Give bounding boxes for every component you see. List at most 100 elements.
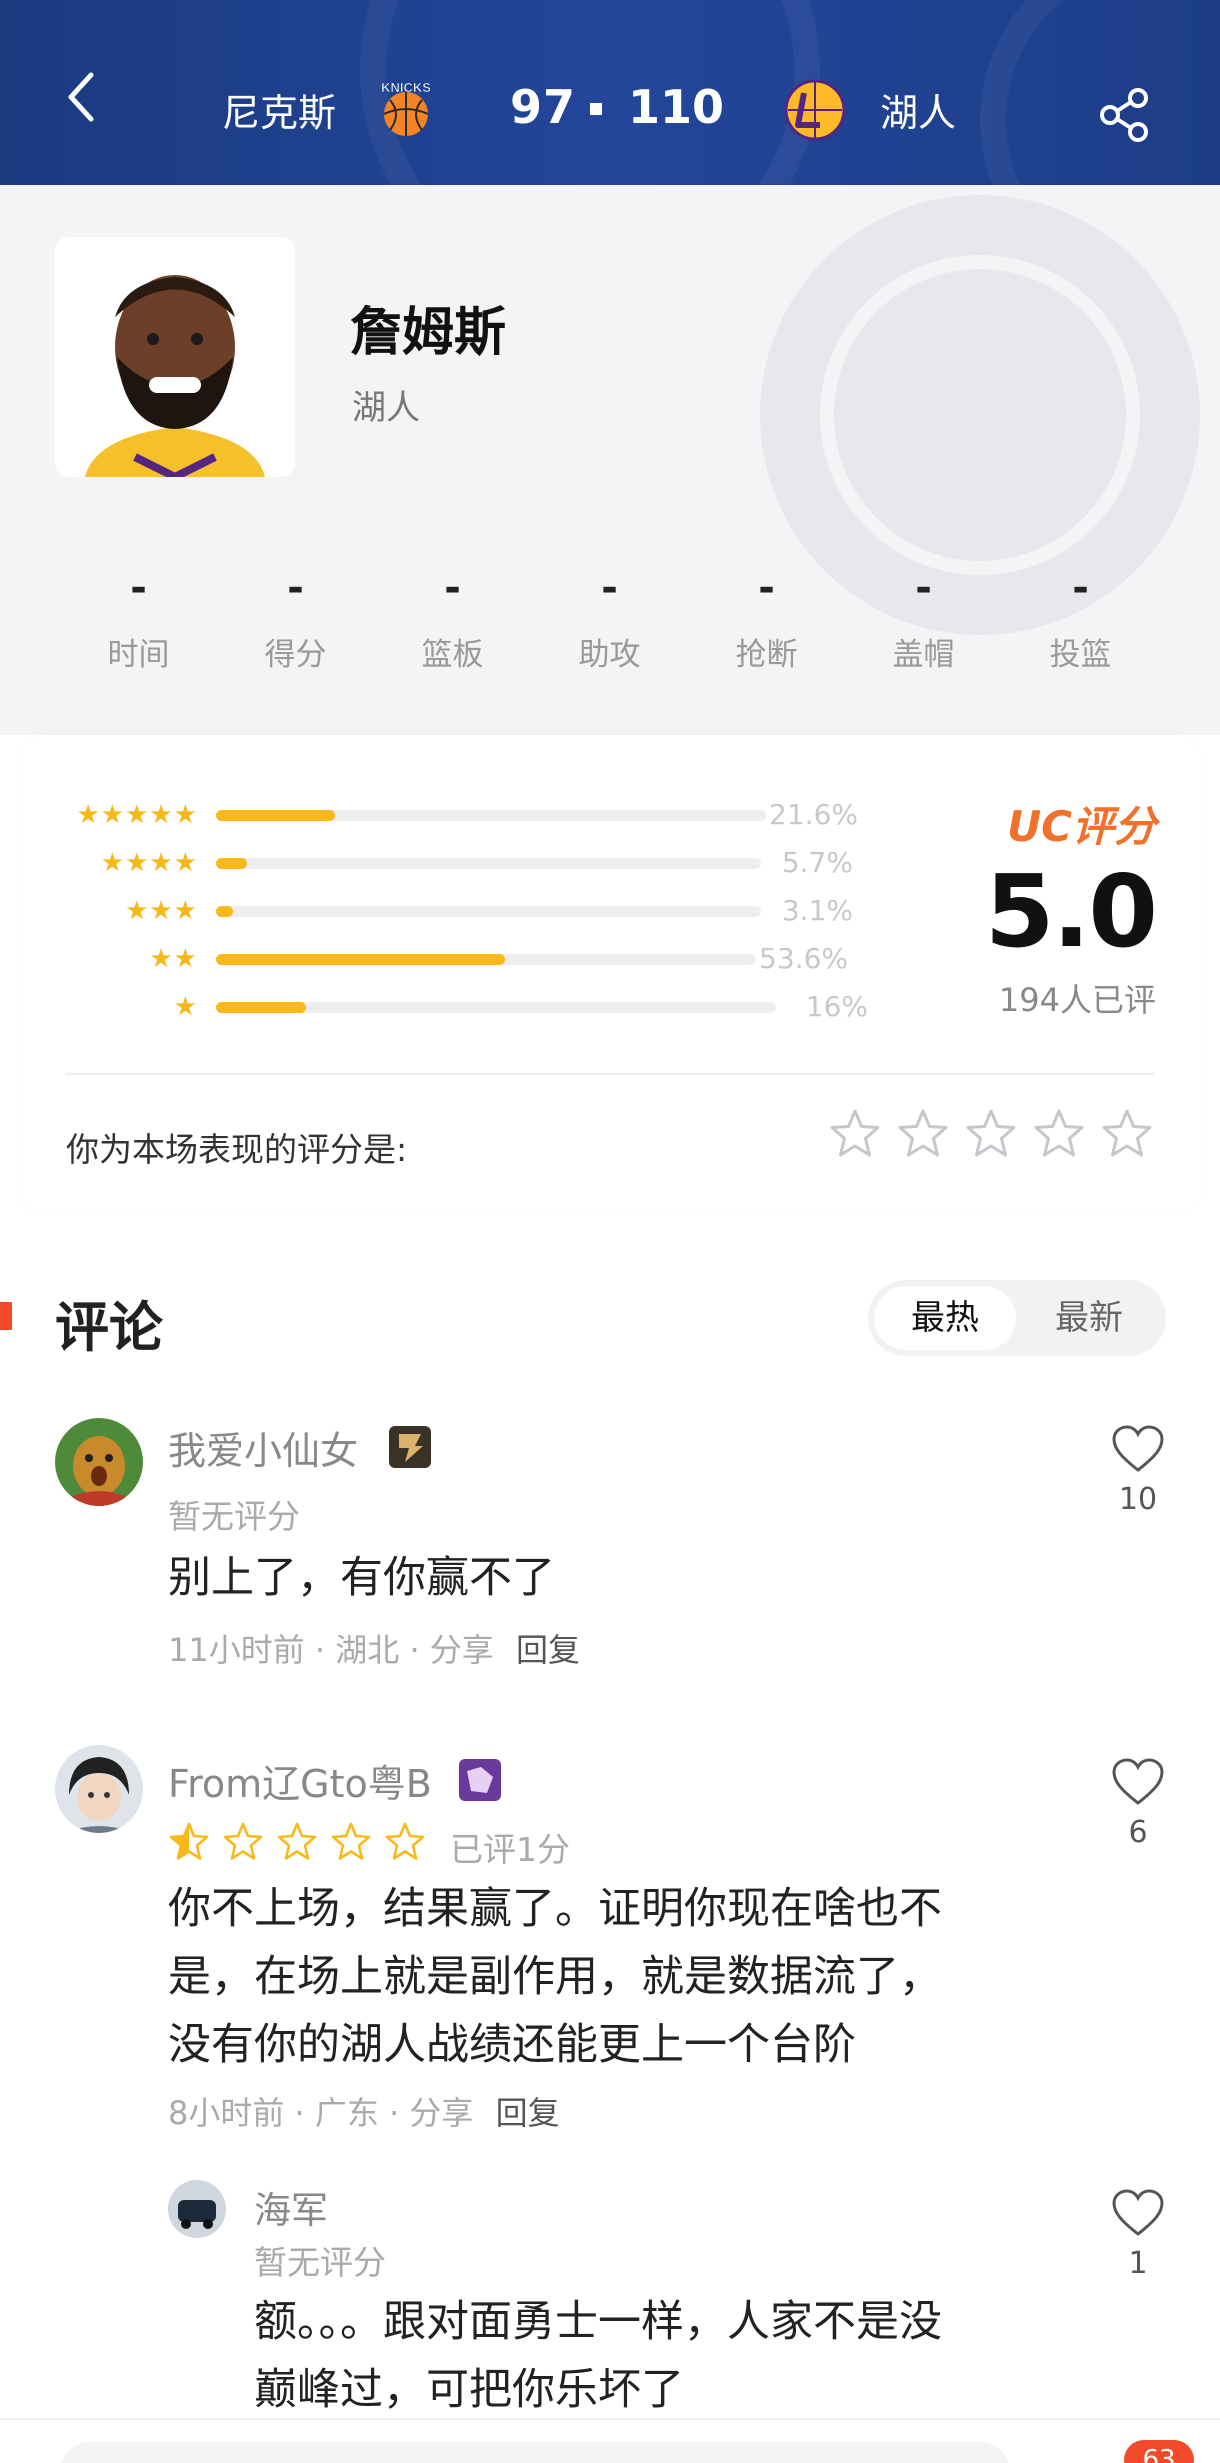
stat-assists: - 助攻 — [578, 565, 641, 673]
comment-reply[interactable]: 回复 — [516, 1631, 580, 1669]
rating-percent: 16% — [805, 990, 868, 1023]
rating-bar-fill — [216, 810, 335, 821]
comments-title: 评论 — [55, 1296, 163, 1359]
rating-bar-track — [216, 906, 761, 917]
sort-new-tab[interactable]: 最新 — [1018, 1286, 1160, 1350]
comment-text-line: 没有你的湖人战绩还能更上一个台阶 — [168, 2020, 856, 2070]
star-outline-icon[interactable] — [828, 1107, 882, 1161]
comment-text-line: 是，在场上就是副作用，就是数据流了， — [168, 1952, 942, 2002]
comment-region: 湖北 — [335, 1631, 400, 1669]
comment-region: 广东 — [314, 2094, 379, 2132]
home-score: 97 — [510, 80, 577, 134]
heart-icon — [1112, 2189, 1164, 2236]
like-button[interactable]: 10 — [1108, 1424, 1168, 1517]
svg-text:KNICKS: KNICKS — [381, 80, 431, 95]
rating-row: ★★★ 3.1% — [18, 894, 853, 927]
rating-bar-fill — [216, 954, 506, 965]
rating-percent: 5.7% — [781, 846, 853, 879]
rating-card: ★★★★★ 21.6% ★★★★ 5.7% ★★★ 3.1% ★★ 53.6% ★ 16% UC评… — [18, 735, 1202, 1215]
comment-text: 额。。。跟对面勇士一样，人家不是没 巅峰过，可把你乐坏了 — [254, 2288, 1094, 2424]
heart-icon — [1112, 1758, 1164, 1805]
comment-reply[interactable]: 回复 — [496, 2094, 560, 2132]
comment-username[interactable]: 我爱小仙女 — [168, 1420, 358, 1475]
star-outline-icon — [385, 1822, 425, 1860]
rating-row: ★★ 53.6% — [18, 944, 848, 975]
star-outline-icon[interactable] — [896, 1107, 950, 1161]
rating-row-stars: ★ — [173, 992, 198, 1022]
share-icon[interactable] — [1096, 84, 1156, 144]
comment-rating-text: 已评1分 — [450, 1830, 570, 1869]
user-badge-icon — [459, 1759, 501, 1801]
star-outline-icon — [277, 1822, 317, 1860]
like-button[interactable]: 6 — [1108, 1757, 1168, 1850]
comment-text-line: 巅峰过，可把你乐坏了 — [254, 2365, 684, 2415]
away-score: 110 — [628, 80, 725, 134]
like-count: 6 — [1128, 1815, 1148, 1850]
comment-input[interactable] — [60, 2442, 1010, 2463]
stat-shooting: - 投篮 — [1049, 565, 1112, 673]
rating-row-stars: ★★ — [149, 944, 198, 974]
player-team: 湖人 — [352, 388, 420, 428]
lakers-logo[interactable] — [784, 79, 846, 141]
comment-meta: 8小时前 · 广东 · 分享 回复 — [168, 2094, 560, 2132]
star-outline-icon[interactable] — [964, 1107, 1018, 1161]
knicks-logo[interactable]: KNICKS — [376, 78, 436, 140]
player-name: 詹姆斯 — [350, 303, 507, 363]
avatar[interactable] — [168, 2180, 226, 2238]
comment-share[interactable]: 分享 — [430, 1631, 494, 1669]
star-outline-icon[interactable] — [1032, 1107, 1086, 1161]
comment-time: 8小时前 — [168, 2094, 285, 2132]
rating-bar-fill — [216, 1002, 306, 1013]
message-count-badge[interactable]: 63 — [1124, 2440, 1194, 2463]
star-outline-icon — [223, 1822, 263, 1860]
comment-share[interactable]: 分享 — [409, 2094, 473, 2132]
rate-prompt: 你为本场表现的评分是: — [66, 1130, 408, 1169]
rating-row: ★ 16% — [18, 990, 868, 1023]
comment-text: 你不上场，结果赢了。证明你现在啥也不 是，在场上就是副作用，就是数据流了， 没有… — [168, 1875, 1118, 2079]
uc-rating-label: UC评分 — [1007, 802, 1156, 851]
rating-row-stars: ★★★★ — [100, 848, 198, 878]
like-button[interactable]: 1 — [1108, 2188, 1168, 2281]
avatar[interactable] — [55, 1418, 143, 1506]
user-badge-icon — [389, 1426, 431, 1468]
comment-user-rating-stars — [168, 1821, 426, 1863]
rating-row-stars: ★★★ — [125, 896, 198, 926]
star-half-filled-icon — [169, 1822, 209, 1860]
comments-header: 评论 最热 最新 — [0, 1265, 1220, 1365]
bottom-bar: 63 — [0, 2418, 1220, 2463]
heart-icon — [1112, 1425, 1164, 1472]
player-stats: - 时间 - 得分 - 篮板 - 助攻 - 抢断 - 盖帽 - 投篮 — [60, 565, 1160, 674]
rating-count: 194人已评 — [998, 981, 1156, 1019]
avatar[interactable] — [55, 1745, 143, 1833]
sort-hot-tab[interactable]: 最热 — [874, 1286, 1016, 1350]
comment-rating-text: 暂无评分 — [254, 2243, 386, 2282]
comment-username[interactable]: From辽Gto粤B — [168, 1753, 432, 1808]
rating-row: ★★★★★ 21.6% — [18, 798, 858, 831]
rating-percent: 3.1% — [781, 894, 853, 927]
stat-blocks: - 盖帽 — [892, 565, 955, 673]
divider — [66, 1073, 1154, 1075]
comment-meta: 11小时前 · 湖北 · 分享 回复 — [168, 1631, 580, 1669]
stat-rebounds: - 篮板 — [421, 565, 484, 673]
stat-points: - 得分 — [264, 565, 327, 673]
rating-row-stars: ★★★★★ — [76, 800, 198, 830]
uc-rating-score: 5.0 — [984, 853, 1158, 970]
comment-text-line: 额。。。跟对面勇士一样，人家不是没 — [254, 2297, 942, 2347]
home-team-name[interactable]: 尼克斯 — [222, 82, 336, 137]
section-accent — [0, 1302, 12, 1330]
back-icon — [68, 72, 94, 122]
sort-toggle: 最热 最新 — [868, 1280, 1166, 1356]
user-rating-stars[interactable] — [828, 1107, 1154, 1161]
comment-text: 别上了，有你赢不了 — [168, 1553, 555, 1603]
comment-text-line: 你不上场，结果赢了。证明你现在啥也不 — [168, 1884, 942, 1934]
star-outline-icon[interactable] — [1100, 1107, 1154, 1161]
comment-username[interactable]: 海军 — [254, 2180, 328, 2234]
rating-row: ★★★★ 5.7% — [18, 846, 853, 879]
back-button[interactable] — [55, 72, 105, 122]
rating-bar-fill — [216, 906, 233, 917]
rating-percent: 21.6% — [769, 798, 858, 831]
star-outline-icon — [331, 1822, 371, 1860]
player-photo — [55, 237, 295, 477]
stat-steals: - 抢断 — [735, 565, 798, 673]
away-team-name[interactable]: 湖人 — [880, 82, 956, 137]
